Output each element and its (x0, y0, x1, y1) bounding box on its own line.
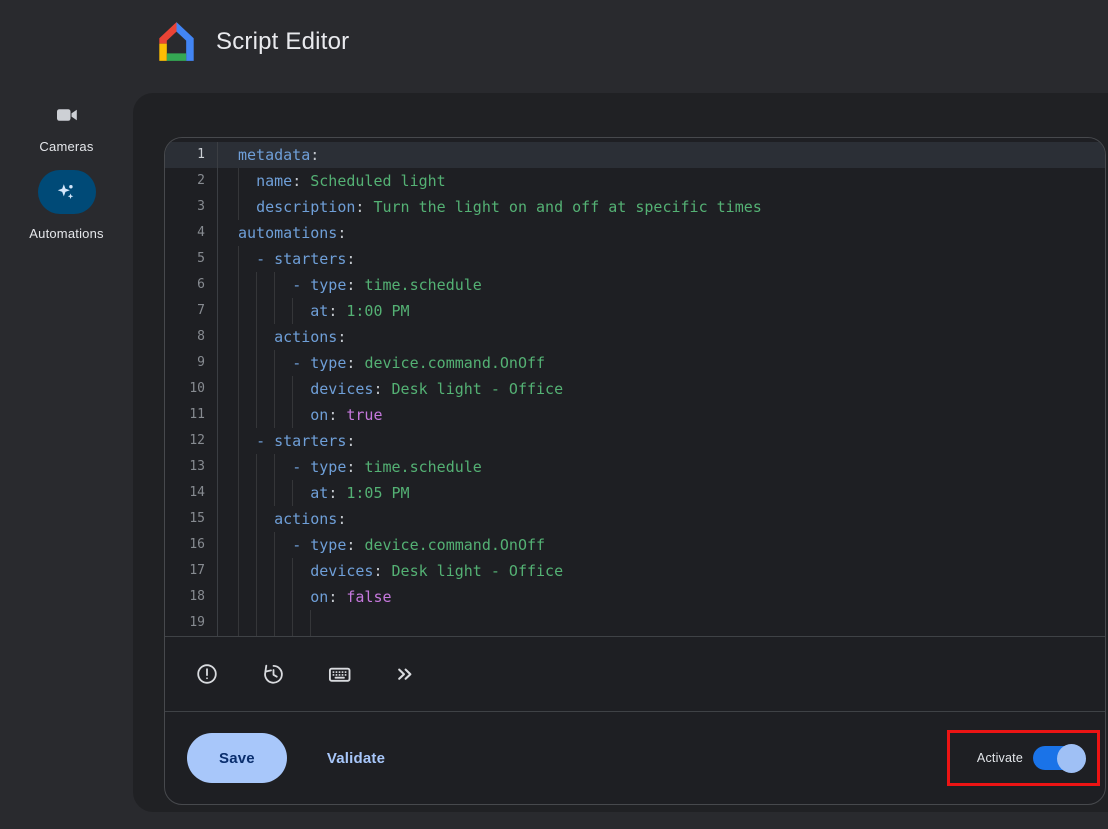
validate-button[interactable]: Validate (327, 750, 385, 767)
history-icon (261, 662, 285, 686)
code-lines: 1metadata:2 name: Scheduled light3 descr… (165, 142, 1105, 636)
line-number: 19 (165, 610, 218, 636)
sidebar-item-cameras[interactable]: Cameras (38, 103, 96, 154)
line-number: 4 (165, 220, 218, 246)
problems-icon (195, 662, 219, 686)
code-text: description: Turn the light on and off a… (218, 194, 1105, 220)
code-line[interactable]: 8 actions: (165, 324, 1105, 350)
code-text: devices: Desk light - Office (218, 376, 1105, 402)
code-line[interactable]: 11 on: true (165, 402, 1105, 428)
code-line[interactable]: 5 - starters: (165, 246, 1105, 272)
line-number: 18 (165, 584, 218, 610)
code-line[interactable]: 14 at: 1:05 PM (165, 480, 1105, 506)
code-editor[interactable]: 1metadata:2 name: Scheduled light3 descr… (165, 138, 1105, 636)
code-line[interactable]: 1metadata: (165, 142, 1105, 168)
script-editor-panel: 1metadata:2 name: Scheduled light3 descr… (164, 137, 1106, 805)
action-bar: Save Validate Activate (165, 712, 1105, 804)
code-text: metadata: (218, 142, 1105, 168)
expand-button[interactable] (392, 661, 418, 687)
automations-sparkle-icon (55, 181, 78, 204)
activate-toggle[interactable] (1033, 746, 1084, 770)
code-line[interactable]: 6 - type: time.schedule (165, 272, 1105, 298)
line-number: 13 (165, 454, 218, 480)
code-text: at: 1:05 PM (218, 480, 1105, 506)
line-number: 3 (165, 194, 218, 220)
line-number: 9 (165, 350, 218, 376)
code-text (218, 610, 1105, 636)
code-text: actions: (218, 506, 1105, 532)
line-number: 15 (165, 506, 218, 532)
code-text: - type: device.command.OnOff (218, 350, 1105, 376)
activate-highlight-box: Activate (947, 730, 1100, 786)
code-line[interactable]: 4automations: (165, 220, 1105, 246)
app-header: Script Editor (0, 0, 1108, 93)
line-number: 10 (165, 376, 218, 402)
code-line[interactable]: 12 - starters: (165, 428, 1105, 454)
code-text: - type: time.schedule (218, 272, 1105, 298)
main-card: 1metadata:2 name: Scheduled light3 descr… (133, 93, 1108, 812)
code-line[interactable]: 16 - type: device.command.OnOff (165, 532, 1105, 558)
camera-icon (55, 103, 79, 127)
line-number: 17 (165, 558, 218, 584)
line-number: 14 (165, 480, 218, 506)
sidebar-item-label: Automations (29, 226, 103, 241)
code-line[interactable]: 17 devices: Desk light - Office (165, 558, 1105, 584)
save-button[interactable]: Save (187, 733, 287, 783)
selected-pill (38, 170, 96, 214)
history-button[interactable] (260, 661, 286, 687)
line-number: 6 (165, 272, 218, 298)
editor-toolbar (165, 637, 1105, 711)
toggle-knob (1057, 744, 1086, 773)
code-line[interactable]: 13 - type: time.schedule (165, 454, 1105, 480)
code-line[interactable]: 15 actions: (165, 506, 1105, 532)
code-text: at: 1:00 PM (218, 298, 1105, 324)
activate-label: Activate (977, 751, 1023, 765)
code-line[interactable]: 7 at: 1:00 PM (165, 298, 1105, 324)
keyboard-button[interactable] (326, 661, 352, 687)
code-text: - starters: (218, 246, 1105, 272)
code-text: actions: (218, 324, 1105, 350)
sidebar: Cameras Automations (0, 93, 133, 829)
code-line[interactable]: 2 name: Scheduled light (165, 168, 1105, 194)
line-number: 8 (165, 324, 218, 350)
google-home-logo-icon (157, 20, 196, 63)
code-line[interactable]: 3 description: Turn the light on and off… (165, 194, 1105, 220)
line-number: 16 (165, 532, 218, 558)
code-line[interactable]: 19 (165, 610, 1105, 636)
keyboard-icon (327, 662, 352, 687)
code-text: - type: device.command.OnOff (218, 532, 1105, 558)
code-text: devices: Desk light - Office (218, 558, 1105, 584)
line-number: 5 (165, 246, 218, 272)
code-text: - type: time.schedule (218, 454, 1105, 480)
code-line[interactable]: 10 devices: Desk light - Office (165, 376, 1105, 402)
line-number: 1 (165, 142, 218, 168)
line-number: 7 (165, 298, 218, 324)
code-text: name: Scheduled light (218, 168, 1105, 194)
line-number: 2 (165, 168, 218, 194)
double-chevron-right-icon (393, 662, 417, 686)
code-line[interactable]: 18 on: false (165, 584, 1105, 610)
problems-button[interactable] (194, 661, 220, 687)
code-text: on: true (218, 402, 1105, 428)
line-number: 11 (165, 402, 218, 428)
page-title: Script Editor (216, 28, 349, 56)
code-text: automations: (218, 220, 1105, 246)
sidebar-item-label: Cameras (39, 139, 93, 154)
code-line[interactable]: 9 - type: device.command.OnOff (165, 350, 1105, 376)
line-number: 12 (165, 428, 218, 454)
sidebar-item-automations[interactable]: Automations (29, 170, 103, 241)
code-text: - starters: (218, 428, 1105, 454)
code-text: on: false (218, 584, 1105, 610)
